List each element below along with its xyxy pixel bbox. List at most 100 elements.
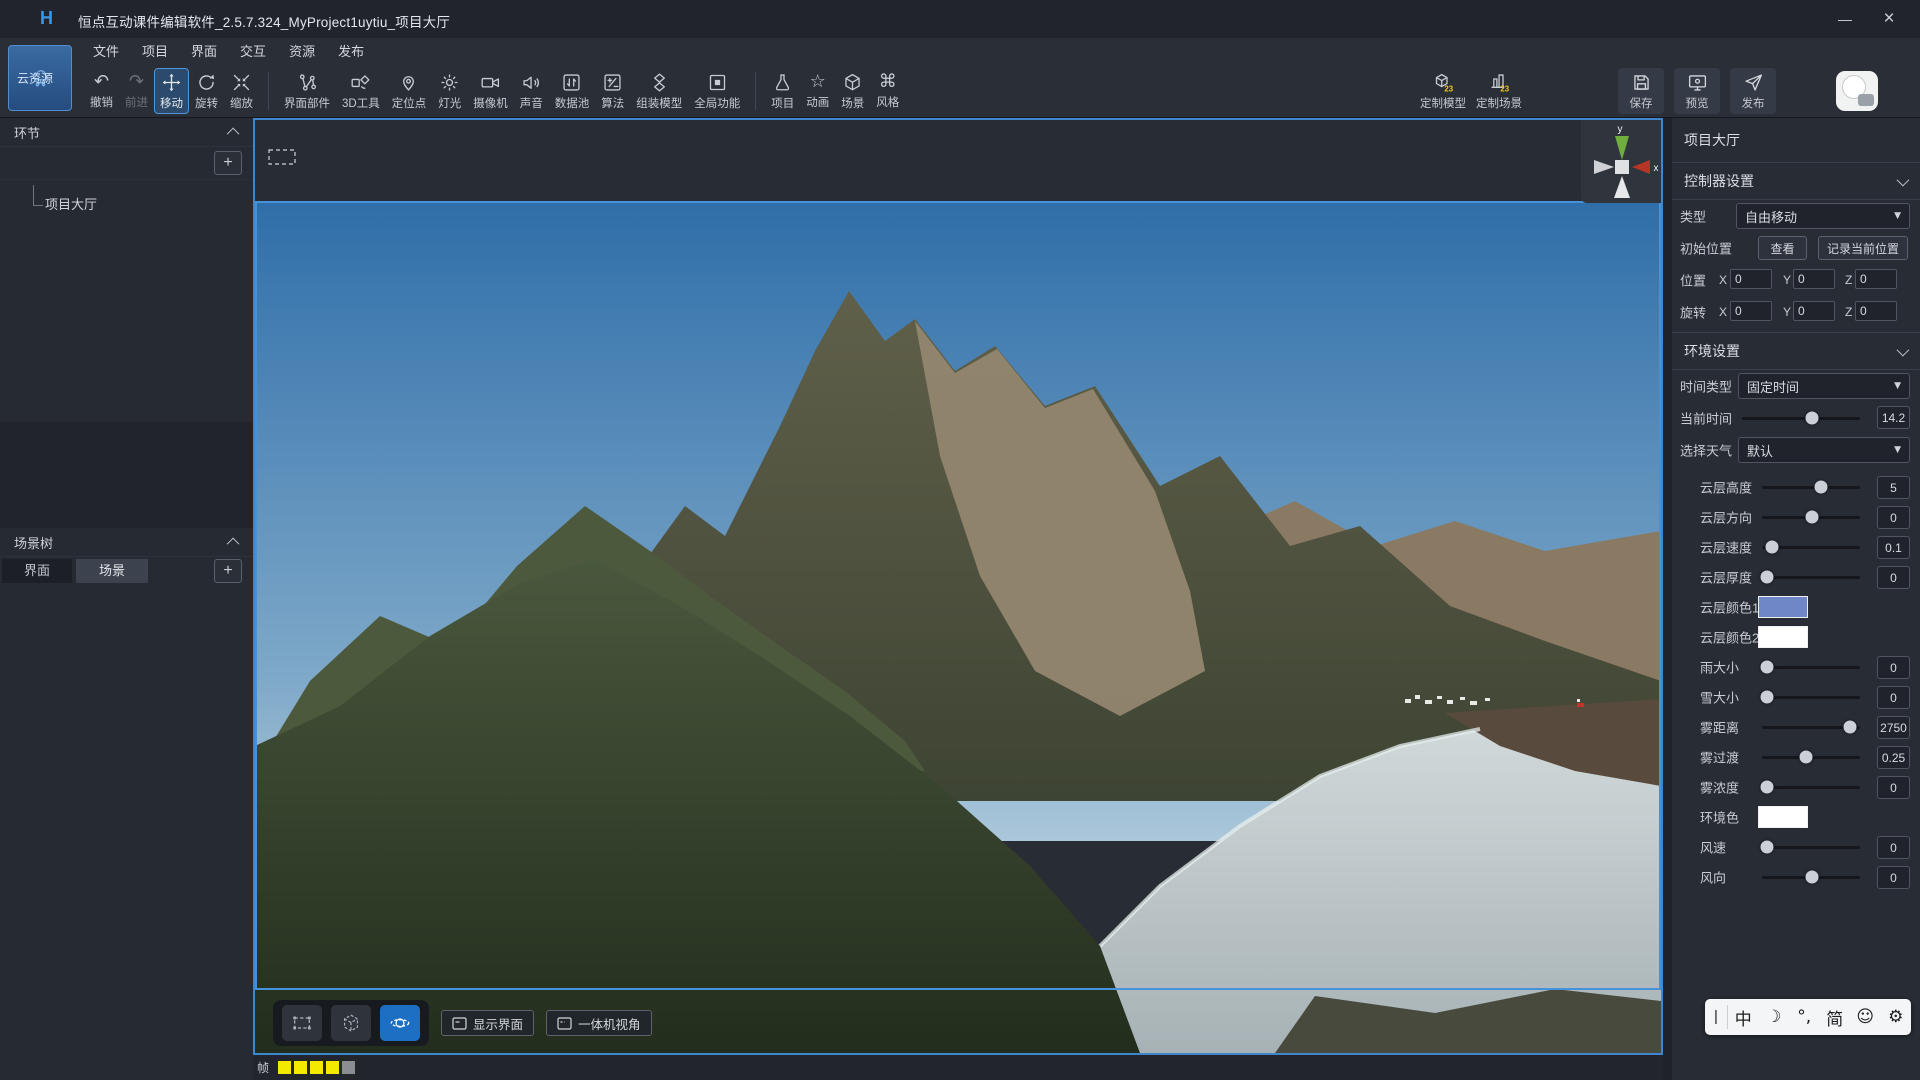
position-z-input[interactable] (1855, 269, 1897, 289)
menu-interface[interactable]: 界面 (191, 38, 217, 65)
cloud-direction-value[interactable] (1877, 506, 1910, 529)
add-scene-button[interactable]: + (214, 559, 242, 583)
fog-transition-slider[interactable] (1762, 756, 1860, 759)
fog-transition-value[interactable] (1877, 746, 1910, 769)
preview-button[interactable]: 预览 (1674, 68, 1720, 114)
chevron-down-icon[interactable] (1897, 173, 1910, 186)
controller-section-header[interactable]: 控制器设置 (1672, 163, 1920, 199)
rain-size-value[interactable] (1877, 656, 1910, 679)
ime-simplified-toggle[interactable]: 简 (1820, 1005, 1851, 1030)
cloud-speed-value[interactable] (1877, 536, 1910, 559)
tab-interface[interactable]: 界面 (2, 559, 72, 583)
cloud-color2-swatch[interactable] (1758, 626, 1808, 648)
menu-publish[interactable]: 发布 (338, 38, 364, 65)
minimize-button[interactable]: — (1822, 0, 1868, 38)
collapse-chevron-icon[interactable] (227, 537, 240, 550)
save-button[interactable]: 保存 (1618, 68, 1664, 114)
snow-size-value[interactable] (1877, 686, 1910, 709)
ime-punctuation-toggle[interactable]: °, (1789, 1007, 1820, 1027)
weather-dropdown[interactable]: 默认 ▼ (1738, 437, 1910, 463)
view-button[interactable]: 查看 (1758, 236, 1807, 260)
scene-tree-header[interactable]: 场景树 (0, 528, 253, 557)
rain-size-slider[interactable] (1762, 666, 1860, 669)
record-position-button[interactable]: 记录当前位置 (1818, 236, 1908, 260)
tool-assemble-model[interactable]: 组装模型 (630, 68, 688, 114)
tool-ui-widget[interactable]: 界面部件 (278, 68, 336, 114)
menu-project[interactable]: 项目 (142, 38, 168, 65)
rotation-x-input[interactable] (1730, 301, 1772, 321)
cloud-thickness-slider[interactable] (1762, 576, 1860, 579)
wind-speed-value[interactable] (1877, 836, 1910, 859)
ime-language-toggle[interactable]: 中 (1728, 1005, 1759, 1030)
add-step-button[interactable]: + (214, 151, 242, 175)
show-ui-button[interactable]: 显示界面 (441, 1010, 534, 1036)
tool-scene[interactable]: 场景 (835, 68, 870, 114)
type-dropdown[interactable]: 自由移动 ▼ (1736, 203, 1910, 229)
wind-direction-slider[interactable] (1762, 876, 1860, 879)
tool-animation[interactable]: ☆ 动画 (800, 68, 835, 114)
tool-sound[interactable]: 声音 (514, 68, 549, 114)
tool-global[interactable]: 全局功能 (688, 68, 746, 114)
custom-scene-button[interactable]: 23 定制场景 (1476, 68, 1522, 114)
tool-redo[interactable]: ↷ 前进 (119, 68, 154, 114)
tool-move[interactable]: 移动 (154, 68, 189, 114)
tool-3d[interactable]: 3D工具 (336, 68, 386, 114)
current-time-value[interactable] (1877, 406, 1910, 429)
viewport[interactable]: y x (253, 118, 1663, 1055)
moon-icon[interactable]: ☽ (1759, 1007, 1790, 1027)
steps-panel-header[interactable]: 环节 (0, 118, 253, 147)
collapse-chevron-icon[interactable] (227, 127, 240, 140)
wireframe-cube-button[interactable] (331, 1005, 371, 1041)
wind-speed-slider[interactable] (1762, 846, 1860, 849)
cloud-thickness-value[interactable] (1877, 566, 1910, 589)
custom-model-button[interactable]: 23 定制模型 (1420, 68, 1466, 114)
tree-item-project-hall[interactable]: 项目大厅 (0, 192, 253, 218)
position-x-input[interactable] (1730, 269, 1772, 289)
rotation-z-input[interactable] (1855, 301, 1897, 321)
tool-scale[interactable]: 缩放 (224, 68, 259, 114)
axis-gizmo[interactable]: y x (1581, 120, 1661, 203)
chevron-down-icon[interactable] (1897, 343, 1910, 356)
gear-icon[interactable]: ⚙ (1881, 1007, 1912, 1027)
publish-button[interactable]: 发布 (1730, 68, 1776, 114)
orbit-view-button[interactable] (380, 1005, 420, 1041)
fog-distance-value[interactable] (1877, 716, 1910, 739)
current-time-slider[interactable] (1742, 417, 1860, 420)
position-y-input[interactable] (1793, 269, 1835, 289)
tool-algorithm[interactable]: 算法 (595, 68, 630, 114)
wind-direction-value[interactable] (1877, 866, 1910, 889)
fog-density-value[interactable] (1877, 776, 1910, 799)
fog-distance-slider[interactable] (1762, 726, 1860, 729)
menu-interaction[interactable]: 交互 (240, 38, 266, 65)
cloud-resource-button[interactable]: 云资源 (8, 45, 72, 111)
marquee-select-button[interactable] (282, 1005, 322, 1041)
ambient-color-swatch[interactable] (1758, 806, 1808, 828)
emoji-icon[interactable]: ☺ (1850, 1007, 1881, 1027)
scene-3d-render[interactable] (255, 201, 1661, 1053)
close-button[interactable]: × (1866, 0, 1912, 38)
tool-style[interactable]: ⌘ 风格 (870, 68, 905, 114)
cloud-height-slider[interactable] (1762, 486, 1860, 489)
rotation-y-input[interactable] (1793, 301, 1835, 321)
tool-project[interactable]: 项目 (765, 68, 800, 114)
machine-view-button[interactable]: 一体机视角 (546, 1010, 652, 1036)
cloud-speed-slider[interactable] (1762, 546, 1860, 549)
assistant-mascot-icon[interactable] (1836, 71, 1878, 111)
cloud-color1-swatch[interactable] (1758, 596, 1808, 618)
time-type-dropdown[interactable]: 固定时间 ▼ (1738, 373, 1910, 399)
menu-file[interactable]: 文件 (93, 38, 119, 65)
environment-section-header[interactable]: 环境设置 (1672, 333, 1920, 369)
tab-scene[interactable]: 场景 (76, 559, 148, 583)
tool-anchor[interactable]: 定位点 (386, 68, 433, 114)
snow-size-slider[interactable] (1762, 696, 1860, 699)
fog-density-slider[interactable] (1762, 786, 1860, 789)
tool-light[interactable]: 灯光 (432, 68, 467, 114)
slider-thumb[interactable] (1805, 412, 1818, 425)
menu-resource[interactable]: 资源 (289, 38, 315, 65)
cloud-height-value[interactable] (1877, 476, 1910, 499)
selection-marquee-icon[interactable] (267, 148, 297, 169)
tool-camera[interactable]: 摄像机 (467, 68, 514, 114)
tool-undo[interactable]: ↶ 撤销 (84, 68, 119, 114)
tool-datapool[interactable]: 数据池 (549, 68, 596, 114)
cloud-direction-slider[interactable] (1762, 516, 1860, 519)
